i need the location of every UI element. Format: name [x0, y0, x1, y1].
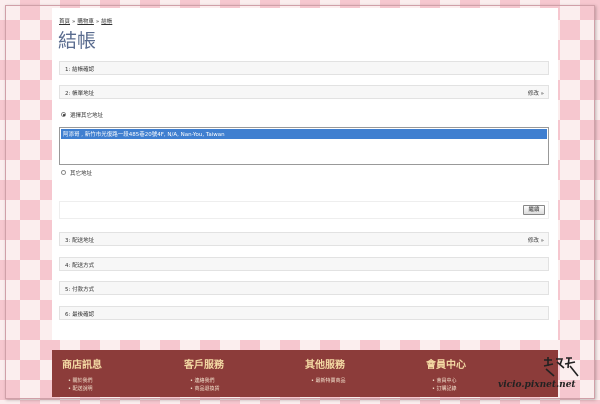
footer-link[interactable]: 配送說明 [68, 385, 102, 393]
footer-heading: 商店訊息 [62, 360, 102, 371]
footer-link[interactable]: 訂購記錄 [432, 385, 466, 393]
section-label: 4: 配送方式 [65, 263, 95, 269]
continue-row: 繼續 [59, 201, 549, 219]
breadcrumb: 首頁» 購物車» 結帳 [59, 17, 114, 25]
breadcrumb-separator: » [95, 19, 100, 25]
select-existing-address-label: 選擇其它地址 [70, 113, 104, 119]
other-address-radio[interactable] [61, 170, 66, 175]
footer-column-customer-service: 客戶服務 連絡我們 商品退換貨 [184, 356, 224, 393]
footer-link[interactable]: 會員中心 [432, 377, 466, 385]
edit-billing-link[interactable]: 修改 » [528, 89, 544, 97]
site-footer: 商店訊息 關於我們 配送說明 客戶服務 連絡我們 商品退換貨 其他服務 最新特賣… [52, 350, 558, 397]
section-checkout-confirm[interactable]: 1: 結帳確認 [59, 61, 549, 75]
footer-link[interactable]: 最新特賣商品 [311, 377, 346, 385]
select-existing-address-radio[interactable] [61, 112, 66, 117]
footer-link[interactable]: 關於我們 [68, 377, 102, 385]
watermark: vicio.pixnet.net [484, 356, 594, 398]
checkout-panel: 首頁» 購物車» 結帳 結帳 1: 結帳確認 2: 帳單地址 修改 » 選擇其它地址… [52, 8, 558, 340]
breadcrumb-home-link[interactable]: 首頁 [59, 19, 70, 25]
section-shipping-address[interactable]: 3: 配送地址 修改 » [59, 232, 549, 246]
footer-column-other-services: 其他服務 最新特賣商品 [305, 356, 346, 385]
footer-heading: 客戶服務 [184, 360, 224, 371]
breadcrumb-current: 結帳 [101, 19, 113, 25]
footer-heading: 會員中心 [426, 360, 466, 371]
section-billing-address[interactable]: 2: 帳單地址 修改 » [59, 85, 549, 99]
address-select-list[interactable]: 阿添哥 , 新竹市光復路一段485巷20號4F, N/A, Nan-You, T… [59, 127, 549, 165]
continue-button[interactable]: 繼續 [523, 205, 545, 215]
section-final-review[interactable]: 6: 最後確認 [59, 306, 549, 320]
section-label: 1: 結帳確認 [65, 67, 95, 73]
other-address-label: 其它地址 [70, 171, 93, 177]
breadcrumb-cart-link[interactable]: 購物車 [77, 19, 94, 25]
page-title: 結帳 [58, 30, 97, 52]
watermark-url: vicio.pixnet.net [498, 380, 576, 390]
section-label: 2: 帳單地址 [65, 91, 95, 97]
breadcrumb-separator: » [72, 19, 76, 25]
section-shipping-method[interactable]: 4: 配送方式 [59, 257, 549, 271]
watermark-signature [542, 356, 582, 382]
footer-column-store-info: 商店訊息 關於我們 配送說明 [62, 356, 102, 393]
address-option-selected[interactable]: 阿添哥 , 新竹市光復路一段485巷20號4F, N/A, Nan-You, T… [61, 129, 547, 139]
footer-link[interactable]: 商品退換貨 [190, 385, 224, 393]
footer-column-member-center: 會員中心 會員中心 訂購記錄 [426, 356, 466, 393]
footer-link[interactable]: 連絡我們 [190, 377, 224, 385]
section-label: 5: 付款方式 [65, 287, 95, 293]
section-label: 6: 最後確認 [65, 312, 95, 318]
section-payment-method[interactable]: 5: 付款方式 [59, 281, 549, 295]
footer-heading: 其他服務 [305, 360, 345, 371]
edit-shipping-link[interactable]: 修改 » [528, 236, 544, 244]
section-label: 3: 配送地址 [65, 238, 95, 244]
